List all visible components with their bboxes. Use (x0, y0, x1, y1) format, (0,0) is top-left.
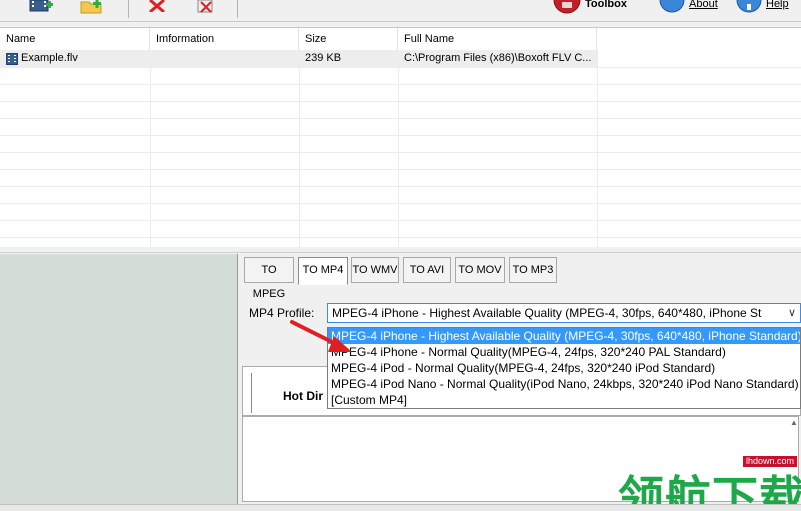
add-folder-button[interactable] (80, 0, 104, 18)
column-divider (597, 50, 598, 248)
column-divider (299, 50, 300, 248)
file-name: Example.flv (21, 52, 78, 64)
profile-option[interactable]: MPEG-4 iPod Nano - Normal Quality(iPod N… (328, 376, 800, 392)
tab-to-mov[interactable]: TO MOV (455, 257, 505, 283)
tab-to-avi[interactable]: TO AVI (403, 257, 451, 283)
mp4-profile-dropdown[interactable]: MPEG-4 iPhone - Highest Available Qualit… (327, 327, 801, 409)
row-divider (0, 135, 801, 136)
red-x-icon (149, 0, 165, 12)
toolbar-separator (237, 0, 238, 18)
toolbar-separator (128, 0, 129, 18)
column-header-full-name[interactable]: Full Name (398, 28, 597, 50)
row-divider (0, 169, 801, 170)
video-file-icon (6, 53, 18, 65)
row-divider (0, 67, 801, 68)
toolbox-icon (553, 0, 581, 14)
row-divider (0, 118, 801, 119)
file-list-header: Name Imformation Size Full Name (0, 28, 801, 50)
watermark-logo: lhdown.com 领航下载 (618, 448, 801, 511)
film-add-icon (29, 0, 53, 12)
mp4-profile-select[interactable]: MPEG-4 iPhone - Highest Available Qualit… (327, 303, 801, 323)
mp4-profile-selected-value: MPEG-4 iPhone - Highest Available Qualit… (332, 306, 762, 320)
preview-panel (0, 254, 238, 504)
about-label: About (689, 0, 718, 10)
profile-option[interactable]: MPEG-4 iPhone - Normal Quality(MPEG-4, 2… (328, 344, 800, 360)
toolbar: Toolbox About Help (0, 0, 801, 22)
table-row[interactable]: Example.flv 239 KB C:\Program Files (x86… (0, 50, 597, 67)
folder-add-icon (80, 0, 102, 14)
row-divider (0, 101, 801, 102)
tab-to-wmv[interactable]: TO WMV (351, 257, 399, 283)
clear-list-button[interactable] (195, 0, 217, 18)
toolbox-label: Toolbox (585, 0, 627, 10)
tab-to-mpeg[interactable]: TO MPEG (244, 257, 294, 300)
clear-list-icon (197, 0, 213, 13)
column-header-name[interactable]: Name (0, 28, 150, 50)
red-arrow-icon (290, 320, 352, 352)
hot-dir-label: Hot Dir (283, 389, 323, 403)
column-header-information[interactable]: Imformation (150, 28, 299, 50)
profile-option[interactable]: MPEG-4 iPod - Normal Quality(MPEG-4, 24f… (328, 360, 800, 376)
row-divider (0, 237, 801, 238)
help-icon (736, 0, 762, 13)
file-list[interactable]: Name Imformation Size Full Name Example.… (0, 27, 801, 248)
status-bar (0, 504, 801, 511)
remove-button[interactable] (147, 0, 167, 18)
tab-to-mp4[interactable]: TO MP4 (298, 257, 348, 285)
panel-splitter[interactable] (0, 247, 801, 253)
row-divider (0, 220, 801, 221)
row-divider (0, 203, 801, 204)
about-button[interactable]: About (659, 0, 718, 18)
add-video-button[interactable] (28, 0, 54, 18)
column-header-size[interactable]: Size (299, 28, 398, 50)
column-divider (150, 50, 151, 248)
file-full-name: C:\Program Files (x86)\Boxoft FLV C... (404, 52, 592, 64)
toolbox-button[interactable]: Toolbox (553, 0, 627, 18)
tab-to-mp3[interactable]: TO MP3 (509, 257, 557, 283)
info-icon (659, 0, 685, 13)
help-label: Help (766, 0, 789, 10)
profile-option[interactable]: [Custom MP4] (328, 392, 800, 408)
row-divider (0, 84, 801, 85)
scroll-up-icon[interactable]: ▲ (787, 418, 801, 432)
help-button[interactable]: Help (736, 0, 789, 18)
file-size: 239 KB (305, 52, 342, 64)
row-divider (0, 152, 801, 153)
row-divider (0, 186, 801, 187)
column-divider (398, 50, 399, 248)
chevron-down-icon: ∨ (787, 307, 796, 319)
profile-option[interactable]: MPEG-4 iPhone - Highest Available Qualit… (328, 328, 800, 344)
frame-divider (251, 373, 252, 413)
